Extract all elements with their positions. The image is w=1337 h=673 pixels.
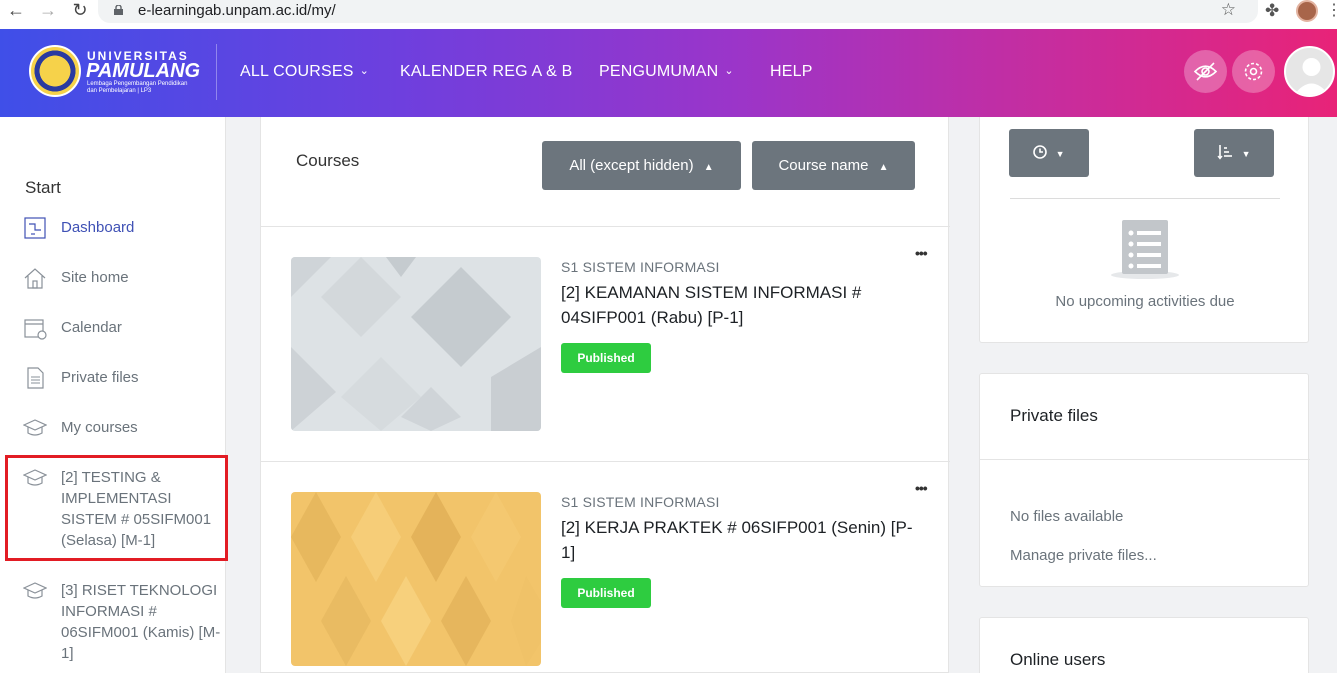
back-arrow-icon[interactable]: ← (3, 0, 29, 22)
bookmark-star-icon[interactable]: ☆ (1221, 0, 1236, 20)
hide-blocks-button[interactable] (1184, 50, 1227, 93)
annotation-highlight-box (5, 455, 228, 561)
filter-dropdown-button[interactable]: All (except hidden) ▲ (542, 141, 741, 190)
private-files-title: Private files (1010, 406, 1098, 425)
clock-icon (1033, 145, 1048, 159)
sidebar-item-label: Site home (61, 269, 129, 286)
browser-profile-avatar[interactable] (1296, 0, 1318, 22)
lock-icon (114, 5, 123, 15)
sort-label: Course name (778, 157, 869, 174)
course-actions-menu[interactable]: ••• (915, 245, 928, 261)
courses-title: Courses (296, 151, 360, 170)
online-users-block: Online users (979, 617, 1309, 673)
user-icon (1294, 58, 1329, 95)
nav-pengumuman[interactable]: PENGUMUMAN ⌄ (599, 63, 734, 81)
graduation-cap-icon (23, 582, 47, 599)
sidebar-item-label: [3] RISET TEKNOLOGI INFORMASI # 06SIFM00… (61, 582, 221, 662)
course-name-link[interactable]: [2] KEAMANAN SISTEM INFORMASI # 04SIFP00… (561, 280, 921, 330)
nav-kalender[interactable]: KALENDER REG A & B (400, 63, 573, 81)
timeline-divider (1010, 198, 1280, 199)
university-logo-icon[interactable] (29, 45, 81, 97)
private-files-block: Private files No files available Manage … (979, 373, 1310, 587)
caret-up-icon: ▲ (703, 162, 714, 173)
sidebar-item-label: My courses (61, 419, 138, 436)
caret-down-icon: ▼ (1241, 149, 1251, 159)
course-pattern-gold (291, 492, 541, 666)
nav-all-courses-label: ALL COURSES (240, 63, 354, 80)
reload-icon[interactable]: ↻ (67, 0, 93, 22)
sort-dropdown-button[interactable]: Course name ▲ (752, 141, 915, 190)
url-text: e-learningab.unpam.ac.id/my/ (138, 2, 336, 19)
online-users-title: Online users (1010, 650, 1106, 669)
sidebar-heading: Start (25, 178, 61, 197)
course-actions-menu[interactable]: ••• (915, 480, 928, 496)
file-icon (27, 367, 44, 389)
sidebar-item-label: Calendar (61, 319, 122, 336)
chevron-down-icon: ⌄ (359, 65, 370, 77)
course-category: S1 SISTEM INFORMASI (561, 494, 720, 510)
logo-title-line2: PAMULANG (86, 60, 201, 82)
sidebar-nav-drawer: Start Dashboard Site home Calendar Priva… (0, 117, 228, 673)
published-badge: Published (561, 343, 651, 373)
logo-subtitle-line1: Lembaga Pengembangan Pendidikan (87, 81, 188, 87)
chevron-down-icon: ⌄ (724, 65, 734, 77)
nav-help-label: HELP (770, 63, 813, 80)
calendar-icon (24, 319, 47, 340)
home-icon (24, 268, 46, 289)
eye-slash-icon (1193, 62, 1218, 81)
header-divider (261, 226, 950, 227)
nav-all-courses[interactable]: ALL COURSES ⌄ (240, 63, 369, 81)
sidebar-item-label: Private files (61, 369, 139, 386)
top-navbar: UNIVERSITAS PAMULANG Lembaga Pengembanga… (0, 29, 1337, 117)
course-pattern-gray (291, 257, 541, 431)
forward-arrow-icon[interactable]: → (35, 0, 61, 22)
browser-toolbar: ← → ↻ e-learningab.unpam.ac.id/my/ ☆ ✤ ⋮ (0, 0, 1337, 29)
address-bar[interactable]: e-learningab.unpam.ac.id/my/ ☆ (98, 0, 1258, 23)
filter-label: All (except hidden) (569, 157, 694, 174)
graduation-cap-icon (23, 419, 47, 436)
sort-amount-icon (1217, 145, 1233, 160)
course-name-link[interactable]: [2] KERJA PRAKTEK # 06SIFP001 (Senin) [P… (561, 515, 921, 565)
gear-icon (1244, 62, 1263, 81)
caret-down-icon: ▼ (1055, 149, 1065, 159)
sidebar-item-label: Dashboard (61, 219, 135, 236)
empty-list-icon (1111, 220, 1179, 279)
nav-kalender-label: KALENDER REG A & B (400, 63, 573, 80)
dashboard-icon (24, 217, 46, 239)
published-badge: Published (561, 578, 651, 608)
course-overview-card: Courses All (except hidden) ▲ Course nam… (260, 117, 950, 673)
manage-private-files-link[interactable]: Manage private files... (1010, 547, 1157, 564)
timeline-empty-text: No upcoming activities due (1055, 293, 1235, 310)
logo-subtitle-line2: dan Pembelajaran | LP3 (87, 88, 152, 94)
extensions-icon[interactable]: ✤ (1265, 1, 1279, 21)
timeline-filter-button[interactable]: ▼ (1009, 129, 1089, 177)
course-category: S1 SISTEM INFORMASI (561, 259, 720, 275)
timeline-block: ▼ ▼ No upcoming activities due (979, 117, 1309, 343)
browser-menu-icon[interactable]: ⋮ (1326, 0, 1337, 20)
course-image[interactable] (291, 257, 541, 431)
user-avatar[interactable] (1284, 46, 1335, 97)
caret-up-icon: ▲ (878, 162, 889, 173)
course-image[interactable] (291, 492, 541, 666)
settings-button[interactable] (1232, 50, 1275, 93)
nav-pengumuman-label: PENGUMUMAN (599, 63, 719, 80)
nav-help[interactable]: HELP (770, 63, 813, 81)
logo-divider (216, 44, 217, 100)
no-files-text: No files available (1010, 508, 1124, 525)
course-divider (261, 461, 950, 462)
private-files-divider (980, 459, 1310, 460)
timeline-sort-button[interactable]: ▼ (1194, 129, 1274, 177)
